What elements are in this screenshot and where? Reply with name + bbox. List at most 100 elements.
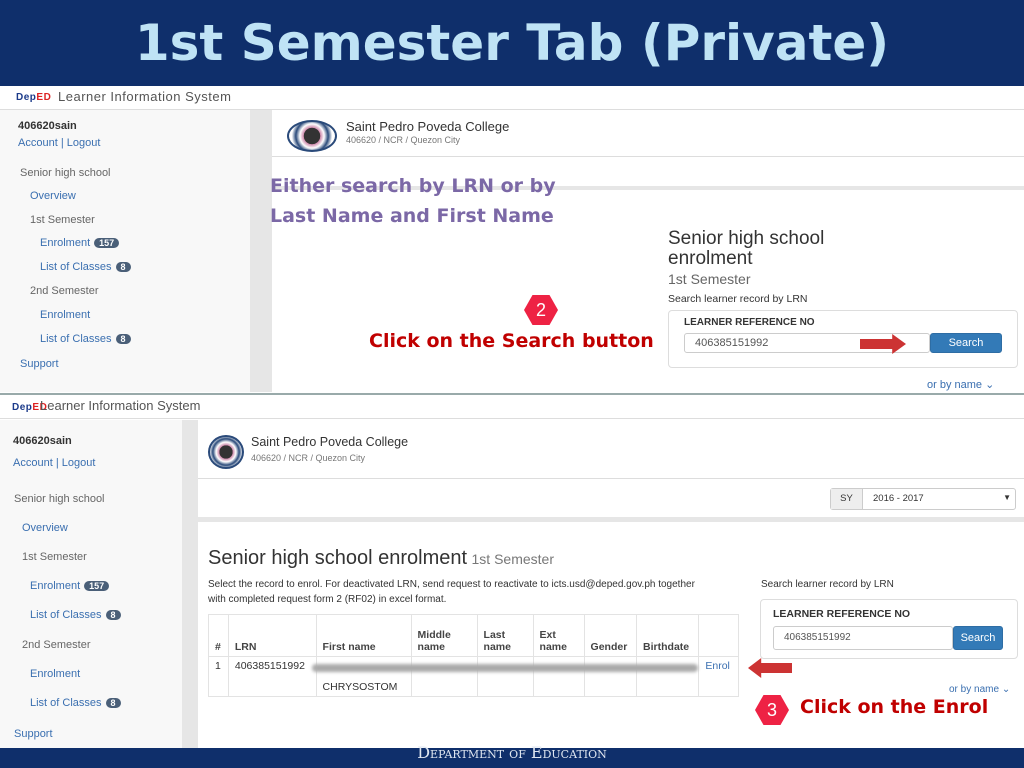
search-label: Search learner record by LRN: [668, 293, 808, 305]
or-by-name-link[interactable]: or by name ⌄: [927, 378, 994, 391]
instructions: Select the record to enrol. For deactiva…: [208, 579, 695, 590]
sidebar-item-1st-semester[interactable]: 1st Semester: [30, 214, 95, 226]
account-link[interactable]: Account: [13, 457, 53, 469]
sidebar-item-enrolment[interactable]: Enrolment 157: [40, 237, 120, 249]
note-click-search: Click on the Search button: [369, 330, 654, 352]
label: List of Classes: [40, 261, 112, 273]
deped-seal-icon: [208, 435, 244, 469]
lrn-label: LEARNER REFERENCE NO: [773, 608, 911, 620]
cell-first-name: CHRYSOSTOM: [315, 656, 412, 697]
sidebar-item-overview[interactable]: Overview: [30, 190, 76, 202]
cell-num: 1: [208, 656, 229, 697]
step-3-badge: 3: [755, 695, 789, 725]
count-badge: 157: [84, 581, 110, 591]
count-badge: 8: [105, 610, 121, 620]
sidebar-item-1st-semester[interactable]: 1st Semester: [22, 551, 87, 563]
note-search-2: Last Name and First Name: [270, 205, 554, 227]
deped-logo: DepED: [16, 92, 52, 103]
sidebar-item-list-of-classes[interactable]: List of Classes 8: [30, 609, 121, 621]
sidebar-item-2nd-semester[interactable]: 2nd Semester: [22, 639, 90, 651]
col-last-name: Last name: [476, 614, 534, 657]
label: Enrolment: [40, 237, 91, 249]
logout-link[interactable]: Logout: [62, 457, 96, 469]
sidebar-item-list-of-classes-2[interactable]: List of Classes 8: [30, 697, 121, 709]
sidebar-section: Senior high school: [20, 167, 111, 179]
account-link[interactable]: Account: [18, 137, 58, 149]
search-button[interactable]: Search: [930, 333, 1002, 353]
search-button[interactable]: Search: [953, 626, 1003, 650]
note-search: Either search by LRN or by: [270, 175, 556, 197]
lrn-panel-2: LEARNER REFERENCE NO 406385151992 Search: [760, 599, 1018, 659]
app-header-2: DepED Learner Information System: [0, 393, 1024, 419]
label: List of Classes: [40, 333, 112, 345]
label: or by name: [927, 379, 983, 391]
col-gender: Gender: [583, 614, 638, 657]
app-header: DepED Learner Information System: [0, 86, 1024, 110]
or-by-name-link[interactable]: or by name ⌄: [949, 684, 1010, 695]
lrn-label: LEARNER REFERENCE NO: [684, 317, 815, 328]
heading-text: Senior high school enrolment: [208, 547, 468, 569]
col-middle-name: Middle name: [410, 614, 478, 657]
semester-label: 1st Semester: [668, 271, 751, 287]
dropdown-caret-icon: ▼: [1003, 493, 1011, 502]
enrol-link[interactable]: Enrol: [698, 656, 739, 697]
separator: |: [60, 137, 64, 149]
label: List of Classes: [30, 609, 102, 621]
col-lrn: LRN: [227, 614, 317, 657]
page-heading: Senior high school: [668, 228, 825, 249]
label: or by name: [949, 684, 1000, 695]
deped-seal-icon: [287, 120, 337, 152]
username: 406620sain: [13, 435, 72, 447]
sidebar-item-enrolment[interactable]: Enrolment 157: [30, 580, 110, 592]
footer-text: Department of Education: [417, 743, 607, 762]
separator: |: [55, 457, 59, 469]
sy-value: 2016 - 2017: [873, 493, 924, 504]
sidebar-item-overview[interactable]: Overview: [22, 522, 68, 534]
arrow-left-icon: [748, 658, 792, 678]
app-title: Learner Information System: [58, 89, 232, 104]
sidebar-item-support[interactable]: Support: [14, 728, 53, 740]
step-2-badge: 2: [524, 295, 558, 325]
sidebar-item-enrolment-2[interactable]: Enrolment: [30, 668, 80, 680]
redaction-bar: [312, 664, 698, 672]
lrn-panel: LEARNER REFERENCE NO 406385151992 Search: [668, 310, 1018, 368]
scroll-gutter: [250, 110, 272, 392]
school-sub: 406620 / NCR / Quezon City: [251, 453, 366, 463]
page-heading-2: enrolment: [668, 248, 753, 269]
lrn-input[interactable]: 406385151992: [773, 626, 953, 650]
col-num: #: [208, 614, 229, 657]
sidebar-2: 406620sain Account | Logout Senior high …: [0, 420, 182, 748]
col-ext-name: Ext name: [532, 614, 585, 657]
username: 406620sain: [18, 120, 77, 132]
table-row[interactable]: 1 406385151992 CHRYSOSTOM Enrol: [208, 656, 739, 697]
slide-title: 1st Semester Tab (Private): [134, 14, 890, 72]
sidebar-item-enrolment-2[interactable]: Enrolment: [40, 309, 90, 321]
semester-label: 1st Semester: [471, 551, 554, 567]
chevron-down-icon: ⌄: [985, 379, 995, 391]
slide-footer: Department of Education: [0, 743, 1024, 768]
page-heading: Senior high school enrolment 1st Semeste…: [208, 547, 554, 570]
note-click-enrol: Click on the Enrol: [800, 696, 989, 718]
sidebar-item-list-of-classes-2[interactable]: List of Classes 8: [40, 333, 131, 345]
sidebar: 406620sain Account | Logout Senior high …: [0, 110, 250, 392]
sidebar-item-list-of-classes[interactable]: List of Classes 8: [40, 261, 131, 273]
chevron-down-icon: ⌄: [1001, 684, 1011, 695]
logout-link[interactable]: Logout: [67, 137, 101, 149]
sidebar-section: Senior high school: [14, 493, 105, 505]
sidebar-item-2nd-semester[interactable]: 2nd Semester: [30, 285, 98, 297]
results-table: # LRN First name Middle name Last name E…: [208, 614, 739, 697]
instructions-2: with completed request form 2 (RF02) in …: [208, 594, 447, 605]
sy-label: SY: [831, 489, 863, 509]
school-sub: 406620 / NCR / Quezon City: [346, 135, 461, 145]
count-badge: 8: [105, 698, 121, 708]
search-label: Search learner record by LRN: [761, 579, 894, 590]
col-action: [698, 614, 739, 657]
sidebar-item-support[interactable]: Support: [20, 358, 59, 370]
count-badge: 157: [94, 238, 120, 248]
app-title: Learner Information System: [40, 398, 201, 413]
sy-select[interactable]: SY 2016 - 2017 ▼: [830, 488, 1016, 510]
count-badge: 8: [115, 262, 131, 272]
count-badge: 8: [115, 334, 131, 344]
school-name: Saint Pedro Poveda College: [346, 119, 510, 134]
school-name: Saint Pedro Poveda College: [251, 435, 409, 449]
